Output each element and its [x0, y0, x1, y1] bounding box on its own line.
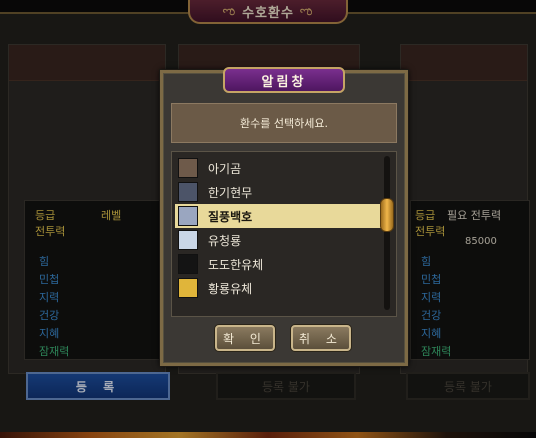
pet-list-item[interactable]: 도도한유체	[175, 252, 381, 276]
list-scrollbar[interactable]	[380, 156, 394, 310]
pet-list-item-label: 황룡유체	[208, 281, 253, 296]
pet-list-item-label: 유청룡	[208, 233, 242, 248]
pet-list-item[interactable]: 한기현무	[175, 180, 381, 204]
notification-dialog: 알림창 환수를 선택하세요. 아기곰한기현무질풍백호유청룡도도한유체황룡유체 확…	[159, 67, 409, 367]
bear-cub-icon	[178, 158, 198, 178]
pet-list-box: 아기곰한기현무질풍백호유청룡도도한유체황룡유체	[171, 151, 397, 317]
pet-list-item[interactable]: 황룡유체	[175, 276, 381, 300]
pet-list-item-label: 질풍백호	[208, 209, 253, 224]
pet-list-item-label: 아기곰	[208, 161, 242, 176]
dialog-title: 알림창	[223, 67, 345, 93]
confirm-button[interactable]: 확 인	[215, 325, 275, 351]
white-tiger-icon	[178, 206, 198, 226]
golden-dragon-icon	[178, 278, 198, 298]
pet-list-item[interactable]: 아기곰	[175, 156, 381, 180]
scroll-thumb[interactable]	[380, 198, 394, 232]
black-spirit-icon	[178, 254, 198, 274]
pet-list-item[interactable]: 질풍백호	[175, 204, 381, 228]
black-tortoise-icon	[178, 182, 198, 202]
cancel-button[interactable]: 취 소	[291, 325, 351, 351]
pet-list: 아기곰한기현무질풍백호유청룡도도한유체황룡유체	[175, 156, 381, 300]
blue-dragon-icon	[178, 230, 198, 250]
pet-list-item-label: 한기현무	[208, 185, 253, 200]
pet-list-item[interactable]: 유청룡	[175, 228, 381, 252]
dialog-message: 환수를 선택하세요.	[171, 103, 397, 143]
pet-list-item-label: 도도한유체	[208, 257, 264, 272]
